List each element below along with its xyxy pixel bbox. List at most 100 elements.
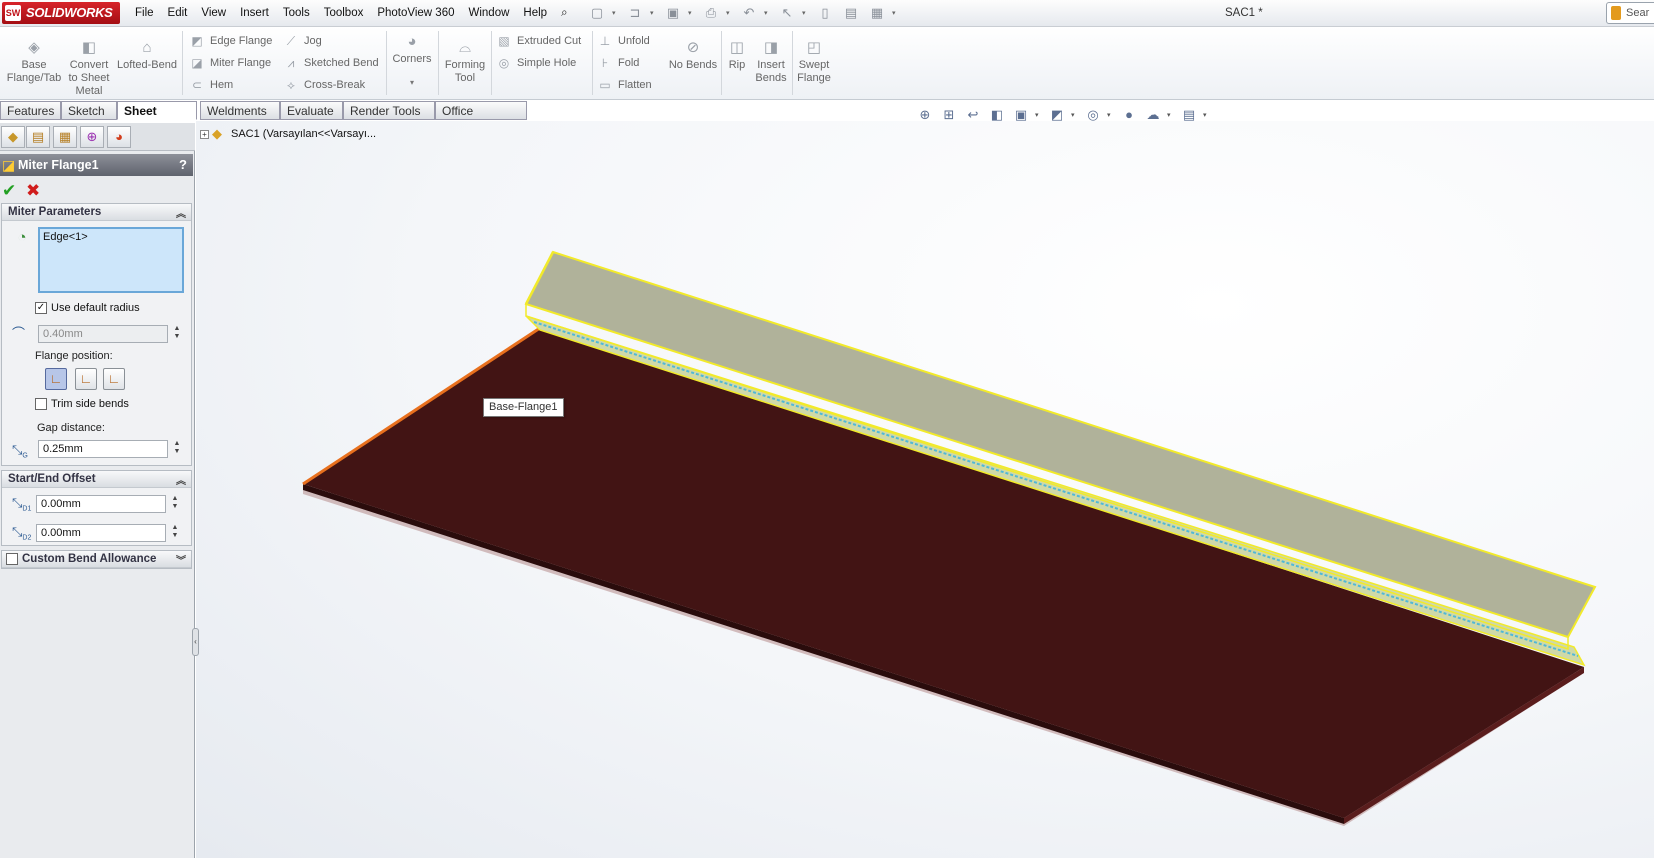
graphics-area[interactable] — [196, 121, 1654, 858]
flatten-button[interactable]: ▭ Flatten — [597, 75, 651, 95]
cross-break-button[interactable]: ⟡ Cross-Break — [283, 75, 365, 95]
file-properties-icon[interactable]: ▤ — [840, 4, 862, 22]
chevron-down-icon[interactable]: ▾ — [764, 9, 772, 17]
display-manager-tab-icon[interactable]: ◕ — [107, 126, 131, 148]
base-flange-button[interactable]: ◈ Base Flange/Tab — [4, 39, 64, 85]
edge-flange-button[interactable]: ◩ Edge Flange — [189, 31, 272, 51]
menu-toolbox[interactable]: Toolbox — [317, 0, 371, 27]
collapse-up-icon[interactable]: ︽ — [176, 205, 186, 220]
bend-radius-spinner[interactable]: ▲ ▼ — [172, 325, 182, 343]
sketched-bend-button[interactable]: ⩘ Sketched Bend — [283, 53, 379, 73]
lofted-bend-button[interactable]: ⌂ Lofted-Bend — [114, 39, 180, 72]
pin-icon[interactable]: ⌕ — [554, 0, 574, 27]
menu-help[interactable]: Help — [516, 0, 554, 27]
tab-sketch[interactable]: Sketch — [61, 101, 117, 120]
collapse-up-icon[interactable]: ︽ — [176, 472, 186, 487]
zoom-to-fit-icon[interactable]: ⊕ — [915, 105, 935, 125]
hide-show-items-icon[interactable]: ◎ — [1083, 105, 1103, 125]
trim-side-bends-checkbox[interactable] — [35, 398, 47, 410]
chevron-down-icon[interactable]: ▾ — [650, 9, 658, 17]
dimxpert-manager-tab-icon[interactable]: ⊕ — [80, 126, 104, 148]
print-icon[interactable]: ⎙ — [700, 4, 722, 22]
select-arrow-icon[interactable]: ↖ — [776, 4, 798, 22]
tab-office-products[interactable]: Office Products — [435, 101, 527, 136]
gap-distance-spinner[interactable]: ▲ ▼ — [172, 440, 182, 458]
chevron-down-icon[interactable]: ▾ — [726, 9, 734, 17]
menu-tools[interactable]: Tools — [276, 0, 317, 27]
chevron-down-icon[interactable]: ▾ — [688, 9, 696, 17]
tab-features[interactable]: Features — [0, 101, 61, 120]
chevron-down-icon[interactable]: ▾ — [1035, 111, 1043, 119]
help-icon[interactable]: ? — [179, 157, 187, 172]
chevron-down-icon[interactable]: ▾ — [1203, 111, 1211, 119]
zoom-to-area-icon[interactable]: ⊞ — [939, 105, 959, 125]
new-document-icon[interactable]: ▢ — [586, 4, 608, 22]
undo-icon[interactable]: ↶ — [738, 4, 760, 22]
solidworks-logo[interactable]: SW SOLIDWORKS — [2, 2, 120, 24]
tab-render-tools[interactable]: Render Tools — [343, 101, 435, 120]
tab-sheet-metal[interactable]: Sheet Metal — [117, 101, 197, 136]
forming-tool-button[interactable]: ⌓ Forming Tool — [442, 39, 488, 85]
miter-parameters-header[interactable]: Miter Parameters ︽ — [2, 204, 191, 221]
chevron-down-icon[interactable]: ▾ — [802, 9, 810, 17]
tab-weldments[interactable]: Weldments — [200, 101, 280, 120]
search-box[interactable]: Sear — [1606, 2, 1654, 24]
jog-button[interactable]: ⟋ Jog — [283, 31, 322, 51]
insert-bends-button[interactable]: ◨ Insert Bends — [752, 39, 790, 85]
open-folder-icon[interactable]: ⊐ — [624, 4, 646, 22]
rebuild-icon[interactable]: ▯ — [814, 4, 836, 22]
menu-window[interactable]: Window — [462, 0, 517, 27]
ok-button[interactable]: ✔ — [2, 181, 20, 200]
section-view-icon[interactable]: ◧ — [987, 105, 1007, 125]
swept-flange-button[interactable]: ◰ Swept Flange — [793, 39, 835, 85]
chevron-down-icon[interactable]: ▾ — [390, 76, 434, 89]
no-bends-button[interactable]: ⊘ No Bends — [666, 39, 720, 72]
selected-edge-item[interactable]: Edge<1> — [43, 231, 88, 243]
use-default-radius-checkbox[interactable]: ✓ — [35, 302, 47, 314]
menu-insert[interactable]: Insert — [233, 0, 276, 27]
edge-selection-box[interactable]: Edge<1> — [38, 227, 184, 293]
view-orientation-icon[interactable]: ▣ — [1011, 105, 1031, 125]
miter-flange-button[interactable]: ◪ Miter Flange — [189, 53, 271, 73]
start-end-offset-header[interactable]: Start/End Offset ︽ — [2, 471, 191, 488]
chevron-down-icon[interactable]: ▾ — [1071, 111, 1079, 119]
hem-button[interactable]: ⊂ Hem — [189, 75, 233, 95]
fold-button[interactable]: ⊦ Fold — [597, 53, 640, 73]
configuration-manager-tab-icon[interactable]: ▦ — [53, 126, 77, 148]
feature-tree-root[interactable]: + ◆ SAC1 (Varsayılan<<Varsayı... — [200, 126, 376, 142]
menu-edit[interactable]: Edit — [161, 0, 195, 27]
bend-outside-button[interactable]: ∟ — [103, 368, 125, 390]
chevron-down-icon[interactable]: ▾ — [892, 9, 900, 17]
view-settings-icon[interactable]: ▤ — [1179, 105, 1199, 125]
extruded-cut-button[interactable]: ▧ Extruded Cut — [496, 31, 581, 51]
convert-to-sheet-metal-button[interactable]: ◧ Convert to Sheet Metal — [64, 39, 114, 98]
end-offset-field[interactable]: 0.00mm — [36, 524, 166, 542]
gap-distance-field[interactable]: 0.25mm — [38, 440, 168, 458]
expand-down-icon[interactable]: ︾ — [176, 552, 186, 567]
unfold-button[interactable]: ⊥ Unfold — [597, 31, 650, 51]
chevron-down-icon[interactable]: ▾ — [1167, 111, 1175, 119]
save-icon[interactable]: ▣ — [662, 4, 684, 22]
display-style-icon[interactable]: ◩ — [1047, 105, 1067, 125]
material-inside-button[interactable]: ∟ — [45, 368, 67, 390]
previous-view-icon[interactable]: ↩ — [963, 105, 983, 125]
options-icon[interactable]: ▦ — [866, 4, 888, 22]
rip-button[interactable]: ◫ Rip — [722, 39, 752, 72]
simple-hole-button[interactable]: ◎ Simple Hole — [496, 53, 577, 73]
menu-photoview[interactable]: PhotoView 360 — [370, 0, 461, 27]
expand-icon[interactable]: + — [200, 129, 209, 139]
property-manager-tab-icon[interactable]: ▤ — [26, 126, 50, 148]
menu-file[interactable]: File — [128, 0, 161, 27]
custom-bend-allowance-checkbox[interactable] — [6, 553, 18, 565]
cancel-button[interactable]: ✖ — [26, 181, 44, 200]
material-outside-button[interactable]: ∟ — [75, 368, 97, 390]
feature-manager-tab-icon[interactable]: ◆ — [1, 126, 25, 148]
end-offset-spinner[interactable]: ▲ ▼ — [170, 524, 180, 542]
edit-appearance-icon[interactable]: ● — [1119, 105, 1139, 125]
tab-evaluate[interactable]: Evaluate — [280, 101, 343, 120]
custom-bend-allowance-header[interactable]: Custom Bend Allowance ︾ — [2, 551, 191, 568]
menu-view[interactable]: View — [194, 0, 233, 27]
apply-scene-icon[interactable]: ☁ — [1143, 105, 1163, 125]
corners-button[interactable]: ◕ Corners ▾ — [390, 33, 434, 89]
chevron-down-icon[interactable]: ▾ — [612, 9, 620, 17]
